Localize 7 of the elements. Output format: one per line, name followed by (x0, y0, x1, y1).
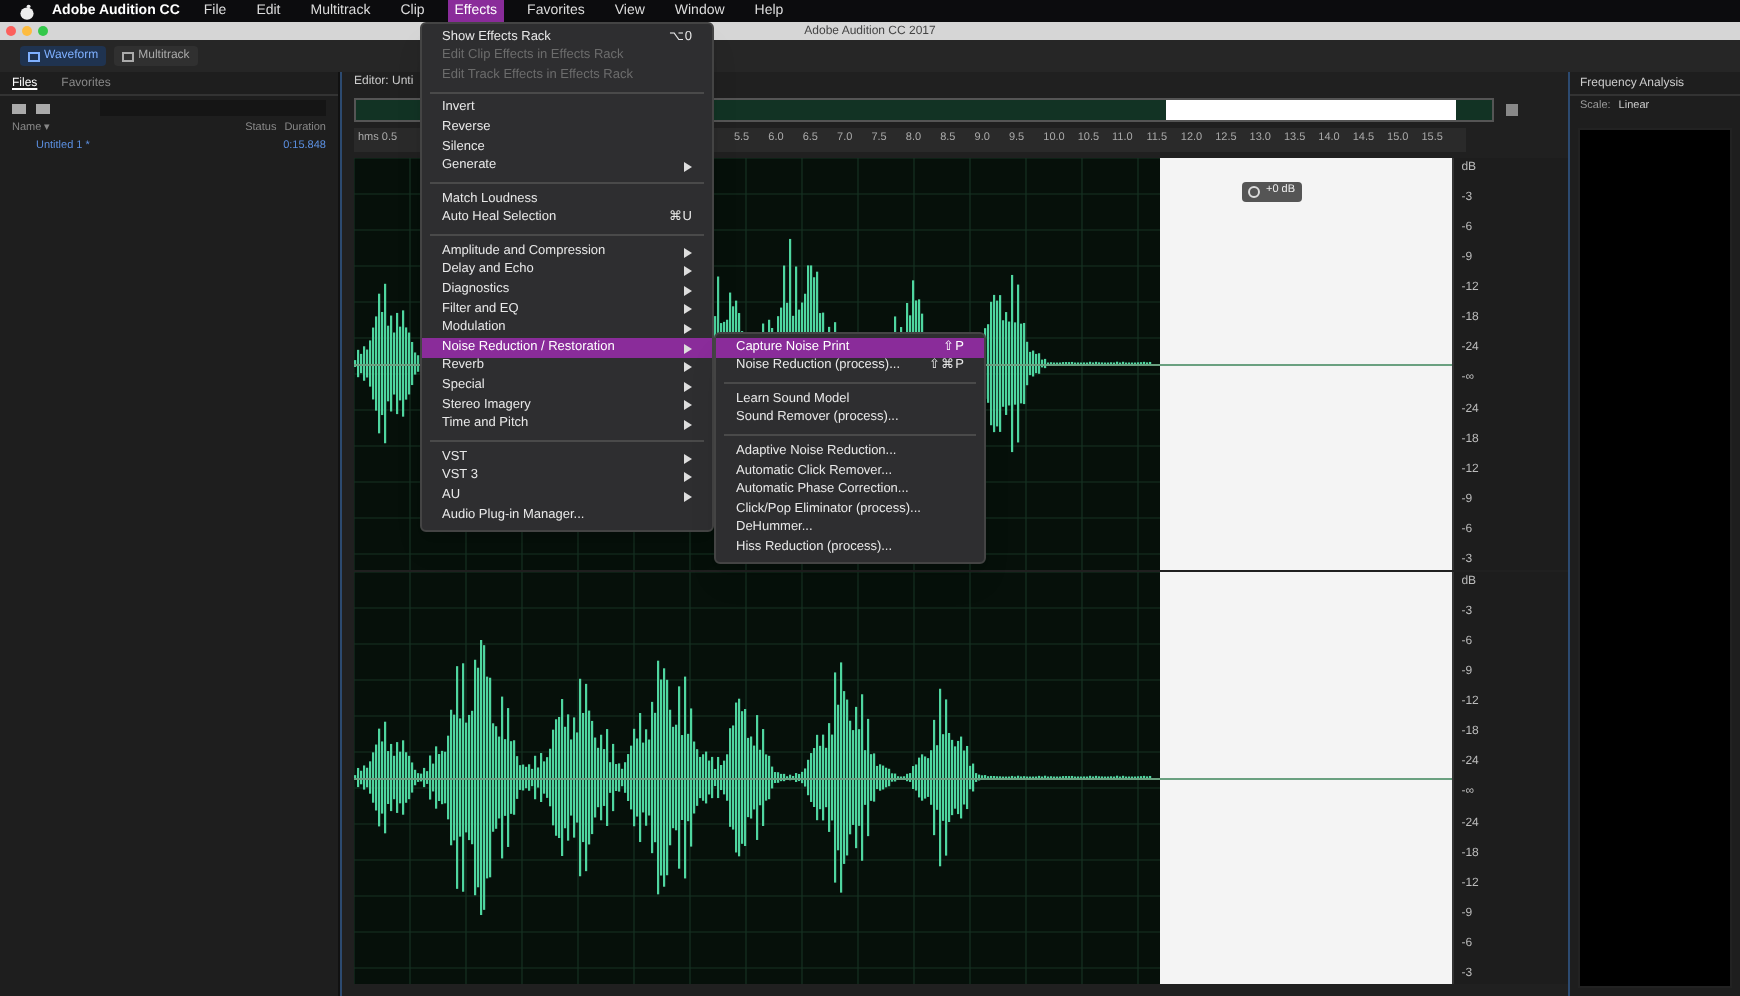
knob-icon[interactable] (1248, 186, 1260, 198)
minimize-icon[interactable] (22, 26, 32, 36)
submenu-arrow-icon (684, 161, 692, 172)
close-icon[interactable] (6, 26, 16, 36)
mode-icon (122, 51, 135, 61)
apple-icon (20, 3, 34, 19)
mode-icon (28, 51, 40, 61)
